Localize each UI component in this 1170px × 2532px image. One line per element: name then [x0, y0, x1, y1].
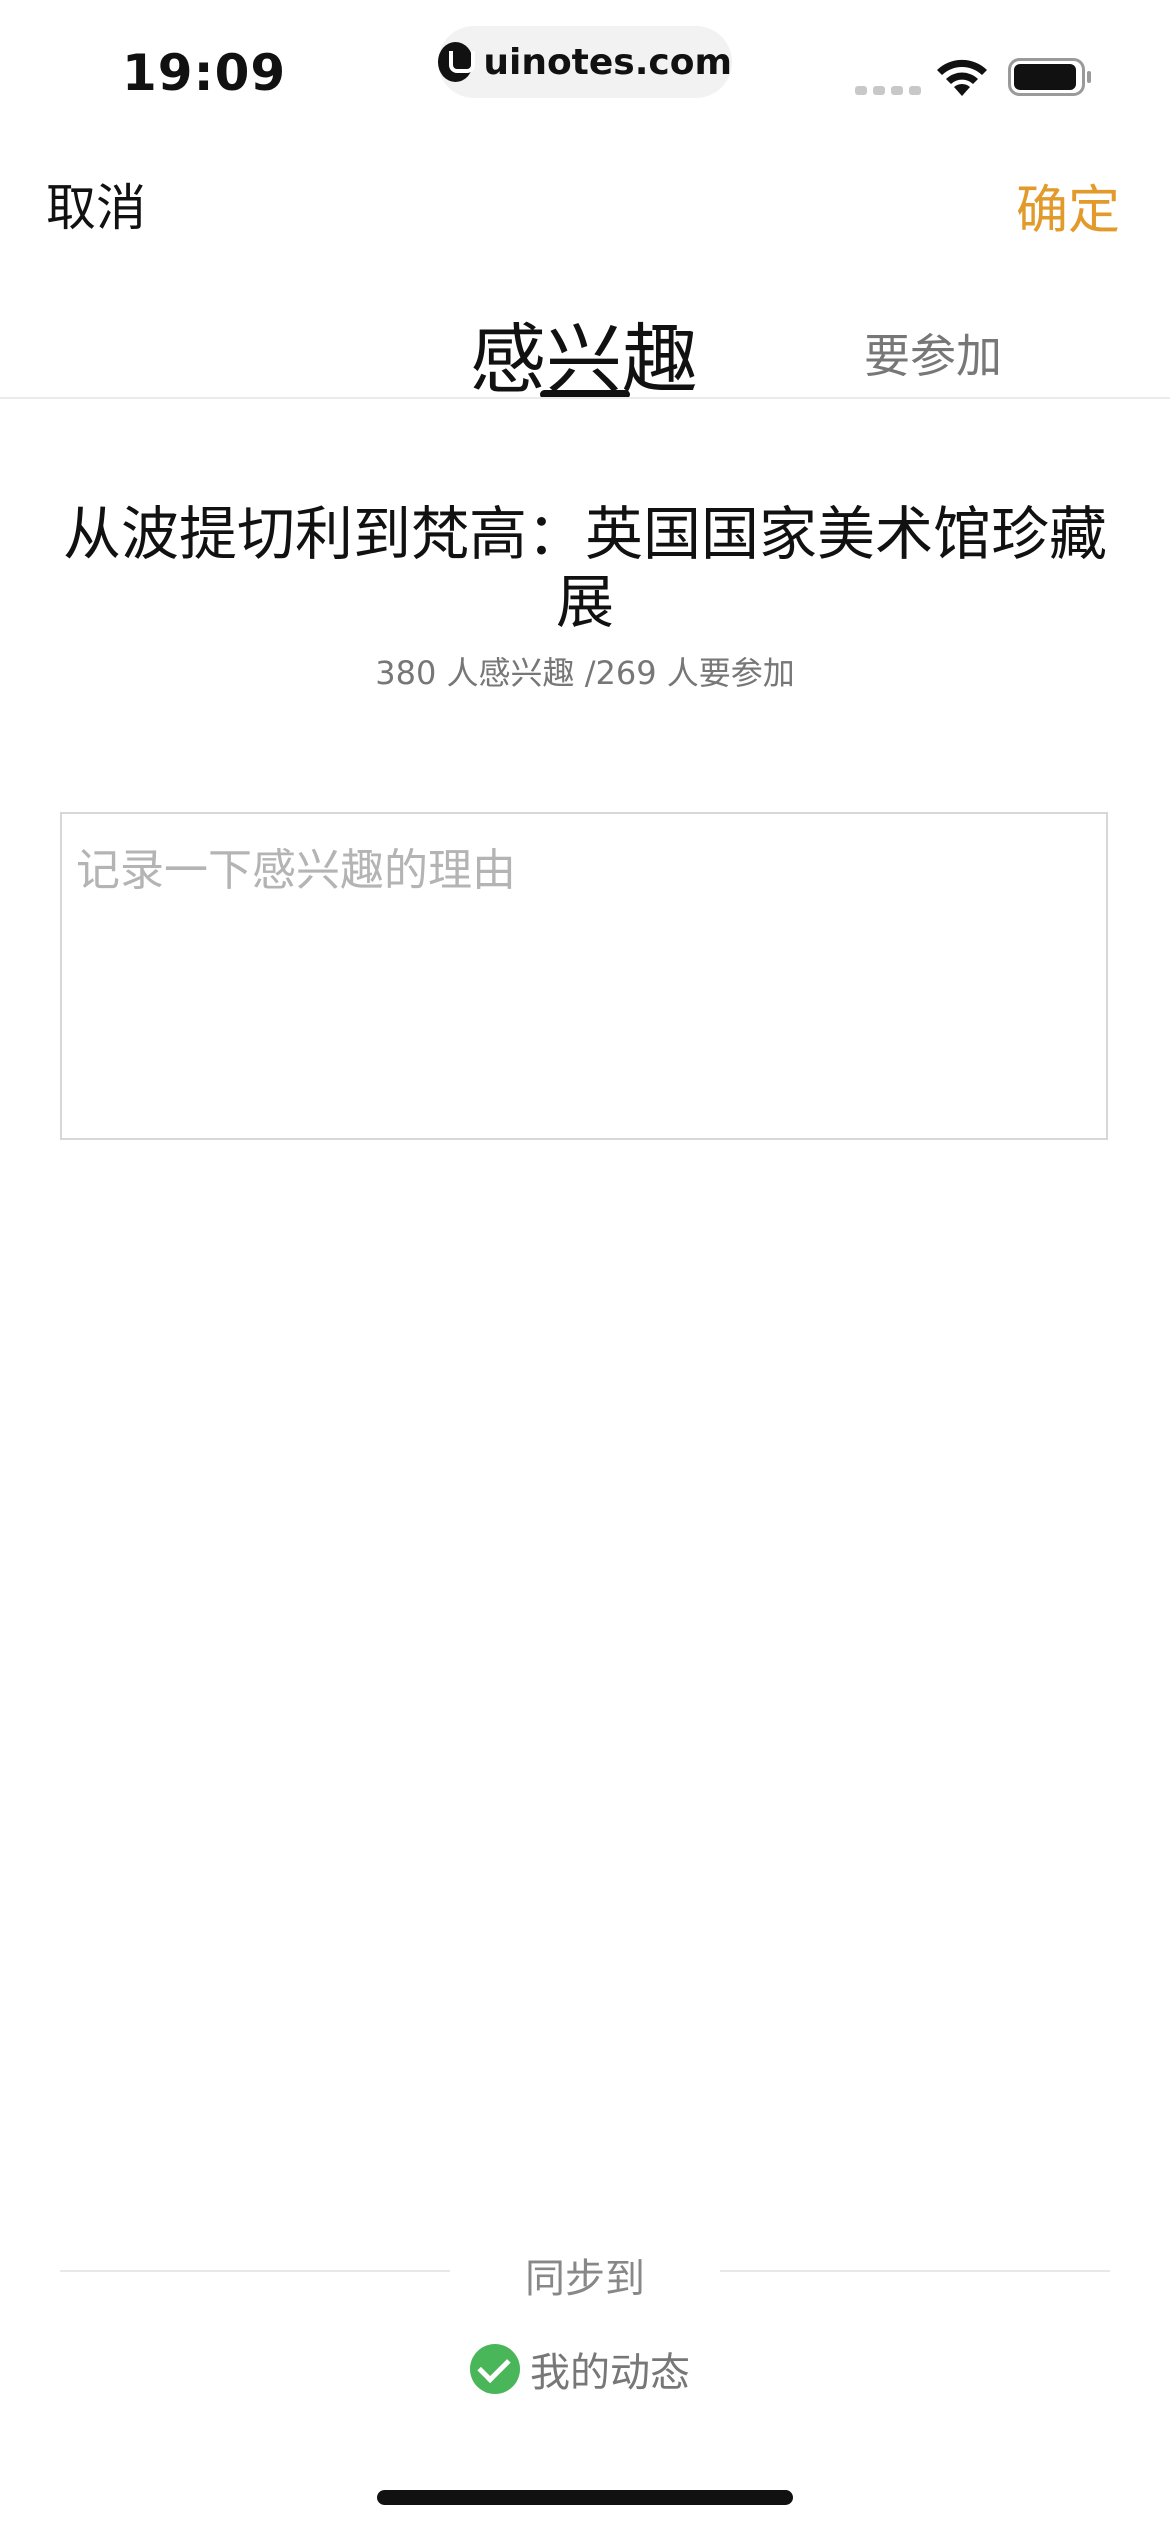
wifi-icon [937, 59, 987, 96]
status-time: 19:09 [122, 44, 287, 102]
page: 19:09 uinotes.com 取消 确定 感兴趣 要参加 从波提切利到梵高… [0, 0, 1170, 2532]
event-title: 从波提切利到梵高：英国国家美术馆珍藏展 [62, 500, 1107, 636]
cancel-button[interactable]: 取消 [46, 168, 146, 240]
site-logo-icon [438, 42, 476, 82]
battery-icon [1008, 58, 1091, 96]
sync-label: 同步到 [525, 2256, 645, 2302]
sync-option-label: 我的动态 [530, 2350, 690, 2396]
url-text: uinotes.com [483, 41, 732, 83]
event-stats: 380 人感兴趣 /269 人要参加 [375, 654, 795, 692]
url-pill[interactable]: uinotes.com [438, 26, 732, 98]
home-indicator[interactable] [377, 2490, 793, 2505]
reason-input[interactable] [60, 812, 1108, 1140]
tab-divider [0, 397, 1170, 399]
tab-attend[interactable]: 要参加 [864, 320, 1002, 386]
checkmark-circle-icon[interactable] [470, 2344, 520, 2394]
cellular-signal-icon [855, 86, 921, 95]
confirm-button[interactable]: 确定 [1016, 168, 1120, 243]
sync-my-feed-toggle[interactable]: 我的动态 [470, 2340, 690, 2398]
sync-divider-right [720, 2270, 1110, 2272]
